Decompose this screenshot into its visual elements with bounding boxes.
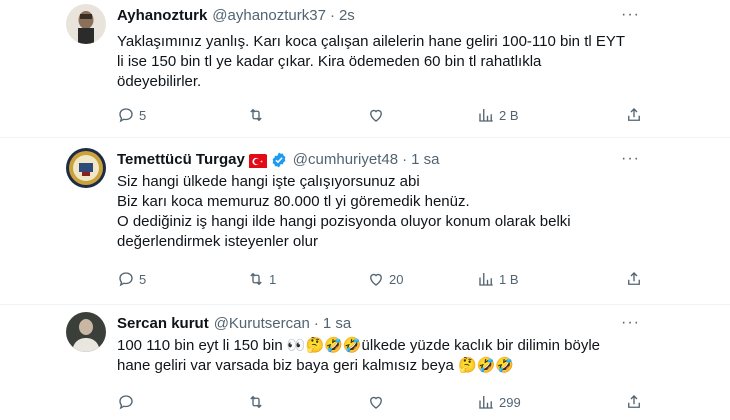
display-name[interactable]: Sercan kurut: [117, 314, 209, 334]
like-icon: [370, 273, 382, 286]
views-icon: [479, 109, 493, 122]
action-bar: 299: [117, 393, 647, 413]
retweet-button[interactable]: [247, 106, 269, 124]
share-icon: [628, 272, 640, 285]
retweet-button[interactable]: [247, 393, 269, 411]
tweet-text: Siz hangi ülkede hangi işte çalışıyorsun…: [117, 173, 571, 250]
avatar[interactable]: [66, 312, 106, 352]
reply-icon: [119, 395, 133, 410]
display-name[interactable]: Ayhanozturk: [117, 6, 207, 26]
more-icon[interactable]: ···: [621, 150, 640, 168]
like-count: 20: [389, 271, 404, 287]
views-icon: [479, 273, 493, 286]
views-button[interactable]: 299: [477, 393, 521, 411]
display-name[interactable]: Temettücü Turgay: [117, 150, 245, 170]
tweet-header: Ayhanozturk @ayhanozturk37 · 2s: [117, 6, 355, 26]
retweet-icon: [250, 272, 262, 286]
retweet-count: 1: [269, 271, 277, 287]
reply-icon: [119, 272, 133, 287]
avatar[interactable]: [66, 4, 106, 44]
reply-button[interactable]: 5: [117, 106, 146, 124]
share-button[interactable]: [625, 393, 643, 411]
handle[interactable]: @cumhuriyet48: [293, 151, 398, 168]
timestamp[interactable]: 2s: [339, 7, 355, 24]
turkey-flag-icon: [248, 153, 267, 168]
more-icon[interactable]: ···: [621, 314, 640, 332]
tweet-temettucu-turgay[interactable]: Temettücü Turgay @cumhuriyet48 · 1 sa ··· …: [0, 138, 730, 298]
share-button[interactable]: [625, 270, 643, 288]
share-button[interactable]: [625, 106, 643, 124]
views-count: 1 B: [499, 271, 519, 287]
views-count: 299: [499, 394, 521, 410]
action-bar: 5 2 B: [117, 106, 647, 126]
verified-badge-icon[interactable]: [270, 151, 288, 169]
handle[interactable]: @ayhanozturk37: [212, 7, 326, 24]
like-icon: [370, 396, 382, 409]
reply-count: 5: [139, 271, 147, 287]
tweet-sercan-kurut[interactable]: Sercan kurut @Kurutsercan · 1 sa ··· 100 1…: [0, 305, 730, 420]
retweet-icon: [250, 108, 262, 122]
timestamp[interactable]: 1 sa: [411, 151, 439, 168]
reply-button[interactable]: [117, 393, 139, 411]
tweet-header: Temettücü Turgay @cumhuriyet48 · 1 sa: [117, 150, 440, 170]
tweet-text: Yaklaşımınız yanlış. Karı koca çalışan a…: [117, 33, 626, 90]
handle[interactable]: @Kurutsercan: [214, 315, 310, 332]
retweet-button[interactable]: 1: [247, 270, 276, 288]
share-icon: [628, 395, 640, 408]
share-icon: [628, 108, 640, 121]
tweet-ayhanozturk[interactable]: Ayhanozturk @ayhanozturk37 · 2s ··· Yaklaş…: [0, 0, 730, 136]
views-button[interactable]: 1 B: [477, 270, 519, 288]
tweet-text: 100 110 bin eyt li 150 bin 👀🤔🤣🤣ülkede yü…: [117, 337, 601, 374]
views-count: 2 B: [499, 107, 519, 123]
like-button[interactable]: 20: [367, 270, 403, 288]
views-button[interactable]: 2 B: [477, 106, 519, 124]
timestamp[interactable]: 1 sa: [323, 315, 351, 332]
reply-icon: [119, 108, 133, 123]
retweet-icon: [250, 395, 262, 409]
action-bar: 5 1 20 1 B: [117, 270, 647, 290]
like-icon: [370, 109, 382, 122]
tweet-header: Sercan kurut @Kurutsercan · 1 sa: [117, 314, 352, 334]
like-button[interactable]: [367, 106, 389, 124]
more-icon[interactable]: ···: [621, 6, 640, 24]
like-button[interactable]: [367, 393, 389, 411]
reply-button[interactable]: 5: [117, 270, 146, 288]
avatar[interactable]: [66, 148, 106, 188]
reply-count: 5: [139, 107, 147, 123]
views-icon: [479, 396, 493, 409]
